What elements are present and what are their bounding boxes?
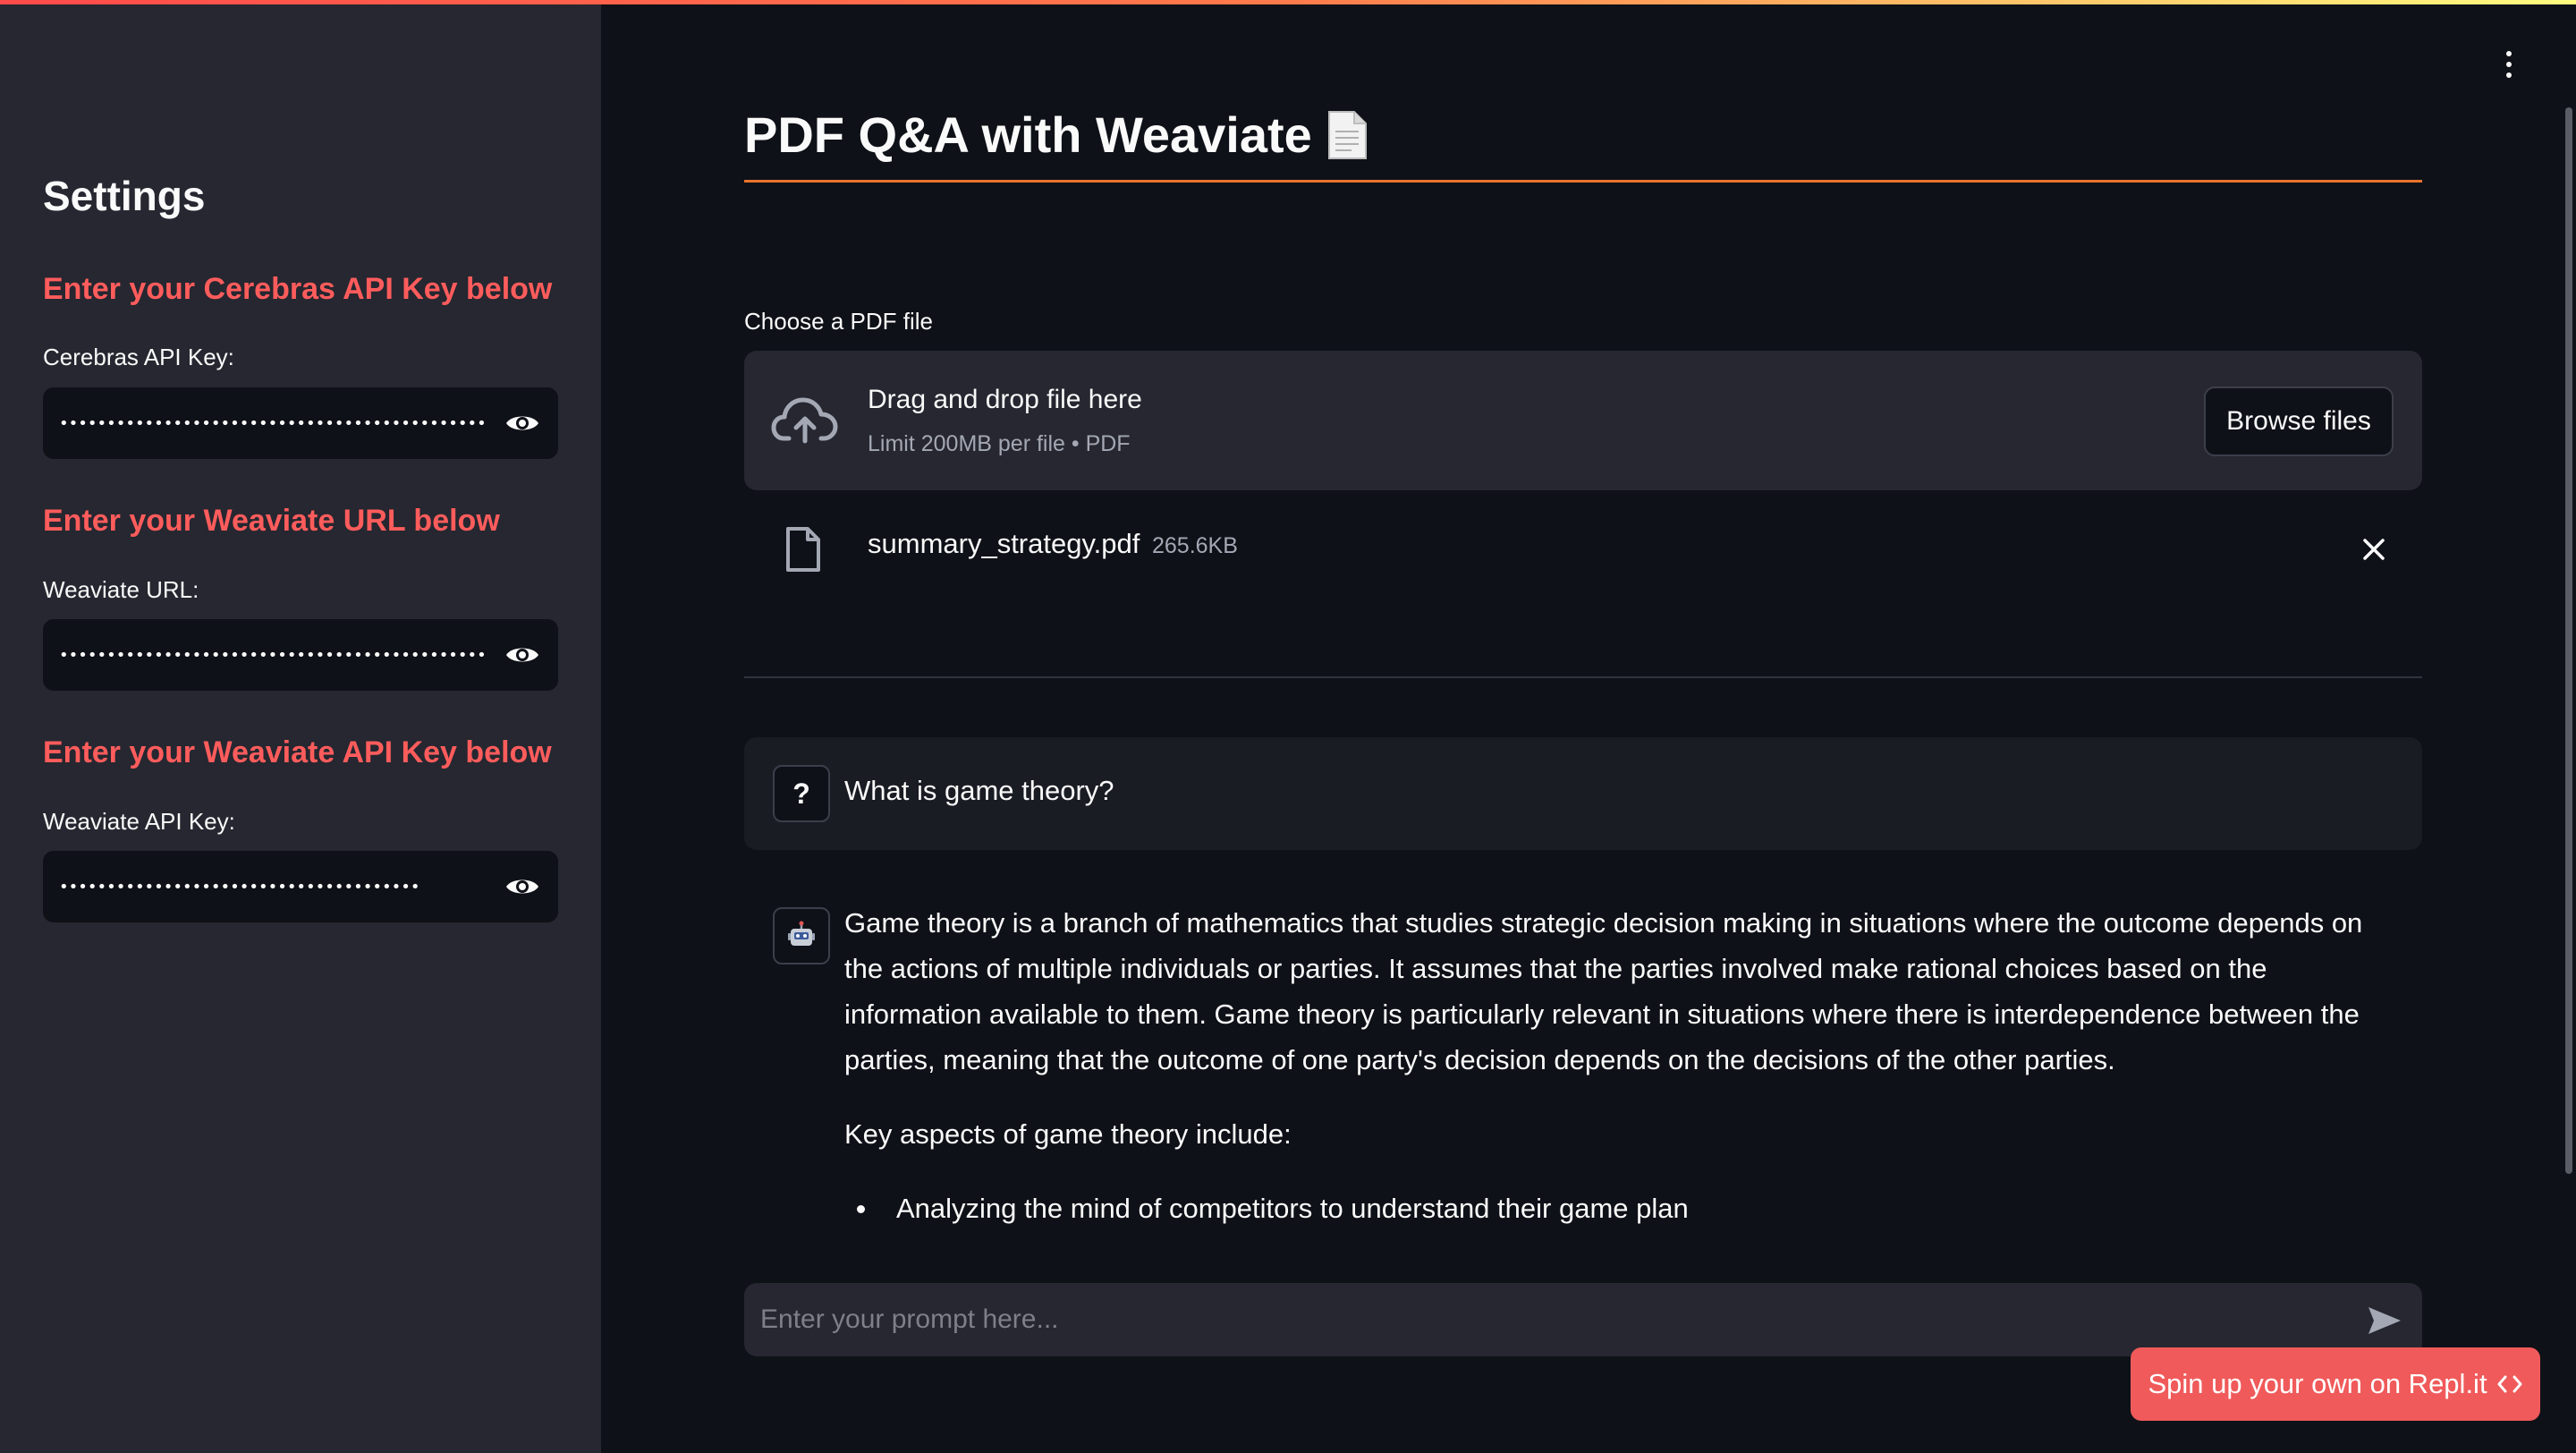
dropzone-instructions: Drag and drop file here [868,385,1142,414]
show-password-toggle[interactable] [487,619,558,691]
cerebras-key-input[interactable]: ••••••••••••••••••••••••••••••••••••••••… [43,414,487,433]
robot-icon [788,921,815,946]
page-title-text: PDF Q&A with Weaviate [744,106,1312,163]
weaviate-url-field[interactable]: ••••••••••••••••••••••••••••••••••••••••… [43,619,558,691]
show-password-toggle[interactable] [487,851,558,922]
cerebras-key-label: Cerebras API Key: [43,344,234,370]
weaviate-key-heading: Enter your Weaviate API Key below [43,735,552,769]
file-icon [786,527,820,572]
remove-file-button[interactable] [2354,530,2394,569]
weaviate-key-input[interactable]: •••••••••••••••••••••••••••••••••••••• [43,878,487,896]
file-dropzone[interactable]: Drag and drop file here Limit 200MB per … [744,351,2422,490]
replit-button-label: Spin up your own on Repl.it [2148,1368,2487,1399]
user-avatar: ? [773,765,830,822]
close-icon [2363,539,2385,560]
kebab-dot [2506,62,2512,67]
user-message-text: What is game theory? [844,775,1114,806]
eye-icon [506,879,538,894]
eye-icon [506,648,538,662]
page-document-icon [1327,110,1367,159]
assistant-avatar [773,907,830,964]
section-divider [744,676,2422,678]
cerebras-key-field[interactable]: ••••••••••••••••••••••••••••••••••••••••… [43,387,558,459]
send-button[interactable] [2363,1299,2406,1342]
show-password-toggle[interactable] [487,387,558,459]
eye-icon [506,416,538,430]
top-decoration-bar [0,0,2576,4]
title-divider [744,180,2422,183]
kebab-dot [2506,72,2512,78]
browse-files-button[interactable]: Browse files [2204,387,2394,456]
uploaded-file-row: summary_strategy.pdf 265.6KB [744,515,2422,583]
sidebar: Settings Enter your Cerebras API Key bel… [0,0,601,1453]
kebab-dot [2506,51,2512,56]
weaviate-url-label: Weaviate URL: [43,576,199,603]
assistant-paragraph: Key aspects of game theory include: [844,1118,1292,1150]
cerebras-key-heading: Enter your Cerebras API Key below [43,272,553,306]
prompt-input[interactable] [744,1283,2336,1356]
weaviate-key-field[interactable]: •••••••••••••••••••••••••••••••••••••• [43,851,558,922]
page-title: PDF Q&A with Weaviate [744,106,1368,164]
assistant-bullet-list: Analyzing the mind of competitors to und… [844,1185,2401,1231]
replit-button[interactable]: Spin up your own on Repl.it [2131,1347,2540,1421]
assistant-paragraph: Game theory is a branch of mathematics t… [844,907,2363,1075]
uploader-label: Choose a PDF file [744,308,933,335]
main-menu-button[interactable] [2496,47,2522,82]
uploaded-file-name: summary_strategy.pdf [868,528,1140,559]
weaviate-key-label: Weaviate API Key: [43,808,235,835]
user-chat-message: ? What is game theory? [744,737,2422,850]
chat-input-bar [744,1283,2422,1356]
list-item: Analyzing the mind of competitors to und… [844,1185,2401,1231]
weaviate-url-heading: Enter your Weaviate URL below [43,504,500,538]
sidebar-title: Settings [43,173,206,219]
send-icon [2368,1307,2401,1334]
dropzone-limit: Limit 200MB per file • PDF [868,431,1131,456]
cloud-upload-icon [771,397,838,444]
weaviate-url-input[interactable]: ••••••••••••••••••••••••••••••••••••••••… [43,646,487,665]
uploaded-file-size: 265.6KB [1152,533,1238,558]
code-brackets-icon [2497,1375,2522,1393]
assistant-message-body: Game theory is a branch of mathematics t… [844,900,2401,1231]
main-scrollbar[interactable] [2565,107,2572,1174]
